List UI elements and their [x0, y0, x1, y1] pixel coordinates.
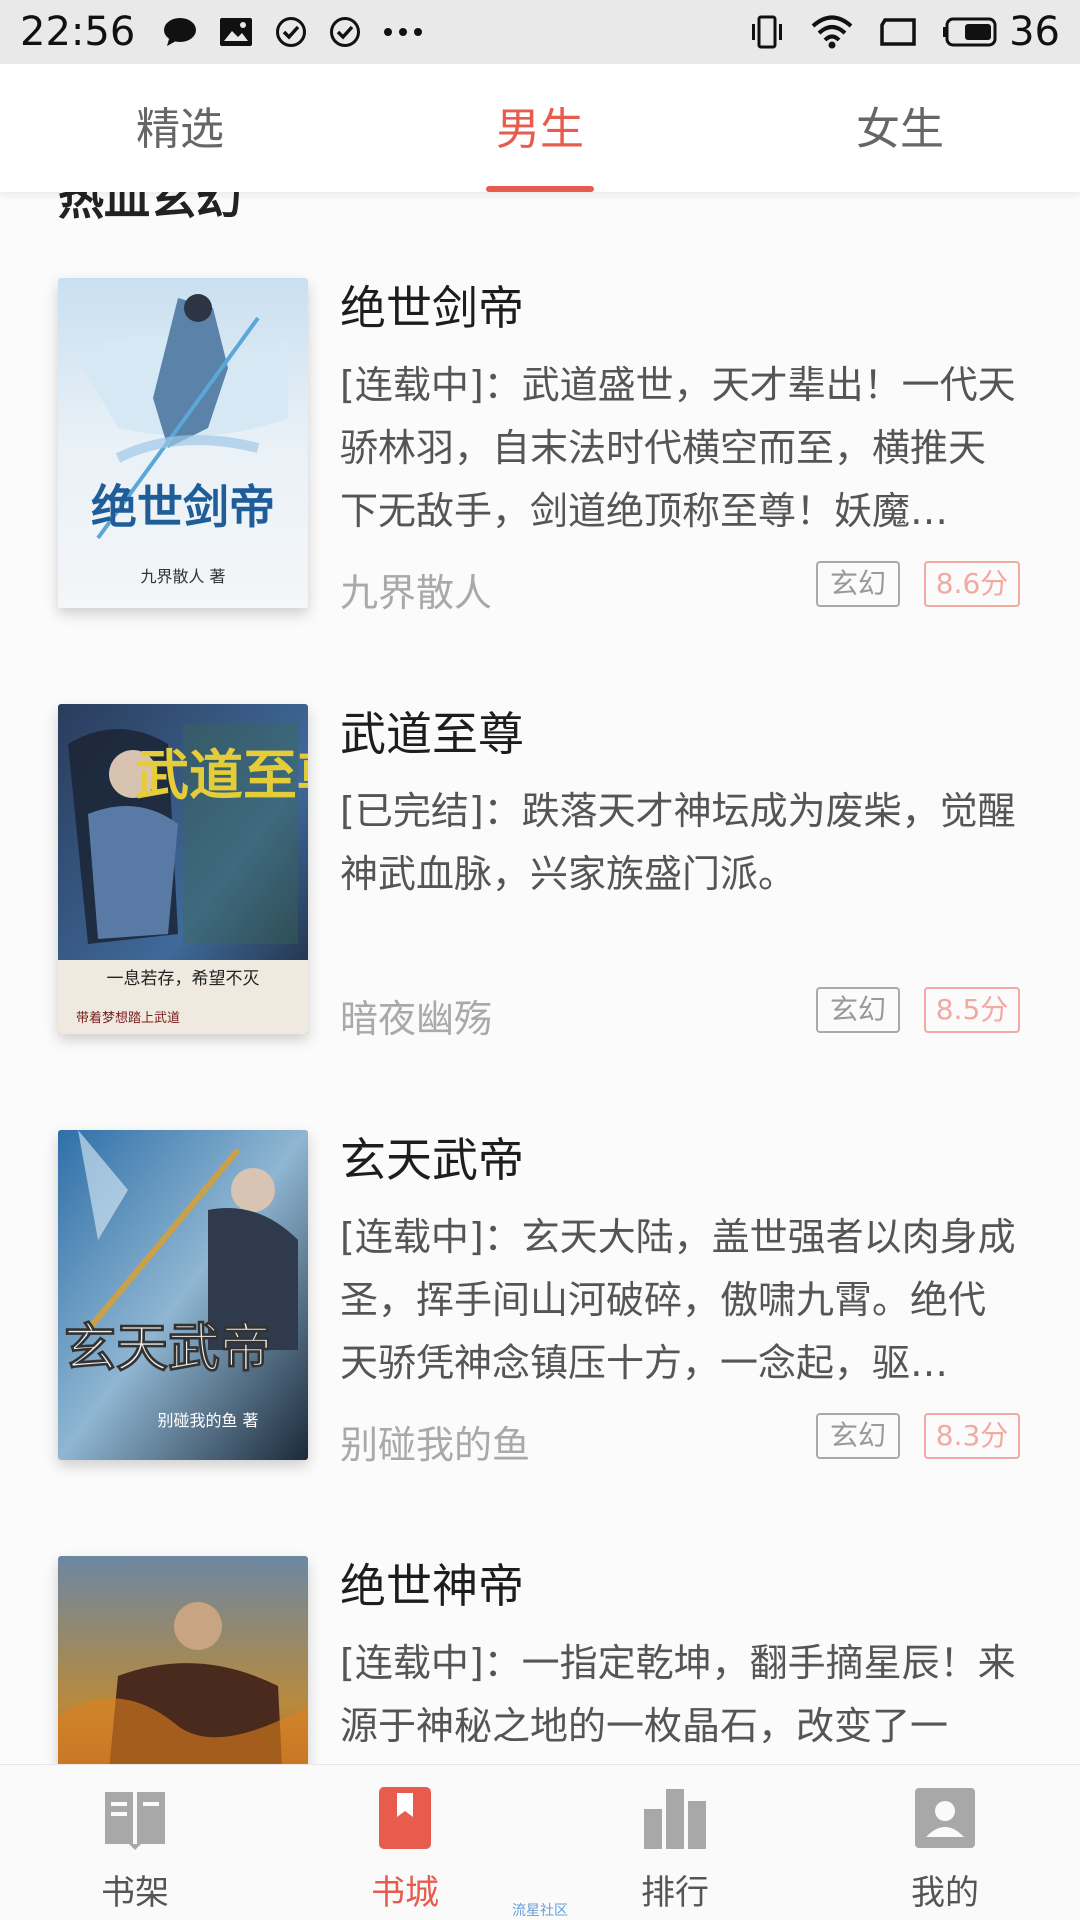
check-circle-icon — [329, 16, 361, 48]
nav-profile[interactable]: 我的 — [810, 1765, 1080, 1920]
cover-title: 绝世剑帝 — [91, 480, 275, 534]
nav-bookstore[interactable]: 书城 — [270, 1765, 540, 1920]
bookstore-icon — [372, 1785, 438, 1851]
book-list: 热血玄幻 绝世剑帝 九界散人 著 绝世剑帝 [连载中]：武道盛世，天才辈出！一代… — [0, 192, 1080, 1764]
cover-tagline: 一息若存，希望不灭 — [107, 969, 260, 989]
cover-title-char: 武道至尊 — [135, 743, 308, 807]
book-title[interactable]: 武道至尊 — [340, 698, 524, 764]
bottom-nav: 书架 书城 排行 我的 — [0, 1764, 1080, 1920]
cover-title: 玄天武帝 — [64, 1318, 272, 1379]
score-tag: 8.5分 — [924, 987, 1020, 1033]
genre-tag: 玄幻 — [816, 561, 900, 607]
book-item[interactable]: 玄天武帝 别碰我的鱼 著 玄天武帝 [连载中]：玄天大陆，盖世强者以肉身成圣，挥… — [0, 1130, 1080, 1470]
book-title[interactable]: 绝世剑帝 — [340, 272, 524, 338]
tab-female[interactable]: 女生 — [720, 64, 1080, 192]
book-title[interactable]: 玄天武帝 — [340, 1124, 524, 1190]
book-description: [已完结]：跌落天才神坛成为废柴，觉醒神武血脉，兴家族盛门派。 — [340, 789, 1016, 896]
status-time: 22:56 — [20, 9, 136, 55]
book-cover[interactable] — [58, 1556, 308, 1764]
book-description: [连载中]：武道盛世，天才辈出！一代天骄林羽，自末法时代横空而至，横推天下无敌手… — [340, 363, 1016, 533]
more-dots-icon — [383, 27, 423, 37]
book-item[interactable]: 绝世剑帝 九界散人 著 绝世剑帝 [连载中]：武道盛世，天才辈出！一代天骄林羽，… — [0, 278, 1080, 618]
genre-tag: 玄幻 — [816, 987, 900, 1033]
nav-label: 书架 — [101, 1873, 169, 1913]
image-notification-icon — [219, 17, 253, 47]
category-tabs: 精选 男生 女生 — [0, 64, 1080, 192]
book-description: [连载中]：一指定乾坤，翻手摘星辰！来源于神秘之地的一枚晶石，改变了一 — [340, 1641, 1016, 1748]
profile-icon — [912, 1785, 978, 1851]
book-item[interactable]: 武道至尊 一息若存，希望不灭 带着梦想踏上武道 武道至尊 [已完结]：跌落天才神… — [0, 704, 1080, 1044]
cover-bottom: 带着梦想踏上武道 — [76, 1010, 180, 1026]
tab-featured[interactable]: 精选 — [0, 64, 360, 192]
ranking-icon — [642, 1785, 708, 1851]
book-cover[interactable]: 玄天武帝 别碰我的鱼 著 — [58, 1130, 308, 1460]
nav-bookshelf[interactable]: 书架 — [0, 1765, 270, 1920]
genre-tag: 玄幻 — [816, 1413, 900, 1459]
section-title: 热血玄幻 — [58, 192, 242, 225]
bookshelf-icon — [102, 1785, 168, 1851]
book-cover[interactable]: 武道至尊 一息若存，希望不灭 带着梦想踏上武道 — [58, 704, 308, 1034]
vibrate-icon — [749, 14, 785, 50]
watermark: 流星社区 — [512, 1903, 568, 1919]
book-description: [连载中]：玄天大陆，盖世强者以肉身成圣，挥手间山河破碎，傲啸九霄。绝代天骄凭神… — [340, 1215, 1016, 1385]
cover-author: 九界散人 著 — [140, 567, 225, 586]
nav-label: 我的 — [911, 1873, 979, 1913]
nav-ranking[interactable]: 排行 — [540, 1765, 810, 1920]
book-author: 暗夜幽殇 — [340, 997, 493, 1041]
book-item[interactable]: 绝世神帝 [连载中]：一指定乾坤，翻手摘星辰！来源于神秘之地的一枚晶石，改变了一 — [0, 1556, 1080, 1764]
book-title[interactable]: 绝世神帝 — [340, 1550, 524, 1616]
tab-male[interactable]: 男生 — [360, 64, 720, 192]
score-tag: 8.3分 — [924, 1413, 1020, 1459]
chat-bubble-icon — [163, 17, 197, 47]
battery-level: 36 — [1009, 9, 1060, 55]
nav-label: 书城 — [371, 1873, 439, 1913]
score-tag: 8.6分 — [924, 561, 1020, 607]
book-author: 别碰我的鱼 — [340, 1423, 531, 1467]
screen-icon — [879, 17, 917, 47]
book-cover[interactable]: 绝世剑帝 九界散人 著 — [58, 278, 308, 608]
check-circle-icon — [275, 16, 307, 48]
status-bar: 22:56 36 — [0, 0, 1080, 64]
wifi-icon — [811, 15, 853, 49]
battery-icon — [943, 17, 999, 47]
nav-label: 排行 — [641, 1873, 709, 1913]
book-author: 九界散人 — [340, 571, 493, 615]
cover-author: 别碰我的鱼 著 — [157, 1411, 258, 1430]
